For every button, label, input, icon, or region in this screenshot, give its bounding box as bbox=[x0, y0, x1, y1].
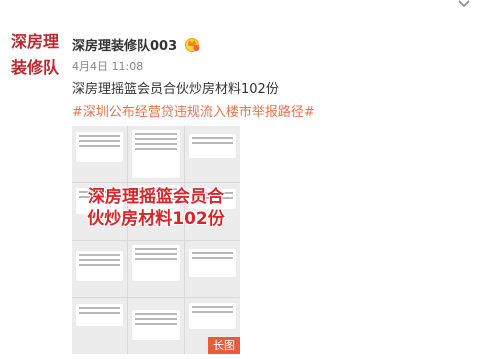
post-text: 深房理摇篮会员合伙炒房材料102份 bbox=[72, 82, 279, 97]
avatar-text-line1: 深房理 bbox=[10, 32, 59, 51]
author-row: 深房理装修队003 bbox=[72, 34, 201, 54]
image-overlay-title: 深房理摇篮会员合 伙炒房材料102份 bbox=[72, 186, 240, 230]
author-name[interactable]: 深房理装修队003 bbox=[72, 35, 177, 54]
image-cell bbox=[72, 240, 128, 297]
chevron-down-icon[interactable] bbox=[458, 0, 470, 8]
image-cell bbox=[72, 126, 128, 183]
post-time[interactable]: 4月4日 11:08 bbox=[72, 58, 143, 74]
long-image-badge: 长图 bbox=[208, 337, 240, 354]
verified-crown-icon[interactable] bbox=[183, 36, 201, 52]
avatar[interactable]: 深房理 装修队 bbox=[8, 28, 62, 82]
image-thumbnail-grid bbox=[72, 126, 240, 354]
image-cell bbox=[184, 240, 240, 297]
image-cell bbox=[128, 240, 184, 297]
overlay-line2: 伙炒房材料102份 bbox=[87, 209, 225, 229]
avatar-text-line2: 装修队 bbox=[10, 58, 59, 77]
image-cell bbox=[128, 126, 184, 183]
long-image[interactable]: 深房理摇篮会员合 伙炒房材料102份 长图 bbox=[72, 126, 240, 354]
image-cell bbox=[72, 297, 128, 354]
image-cell bbox=[128, 297, 184, 354]
image-cell bbox=[184, 126, 240, 183]
overlay-line1: 深房理摇篮会员合 bbox=[88, 187, 224, 207]
hashtag-link[interactable]: #深圳公布经营贷违规流入楼市举报路径# bbox=[72, 101, 315, 120]
top-bar bbox=[0, 0, 483, 16]
